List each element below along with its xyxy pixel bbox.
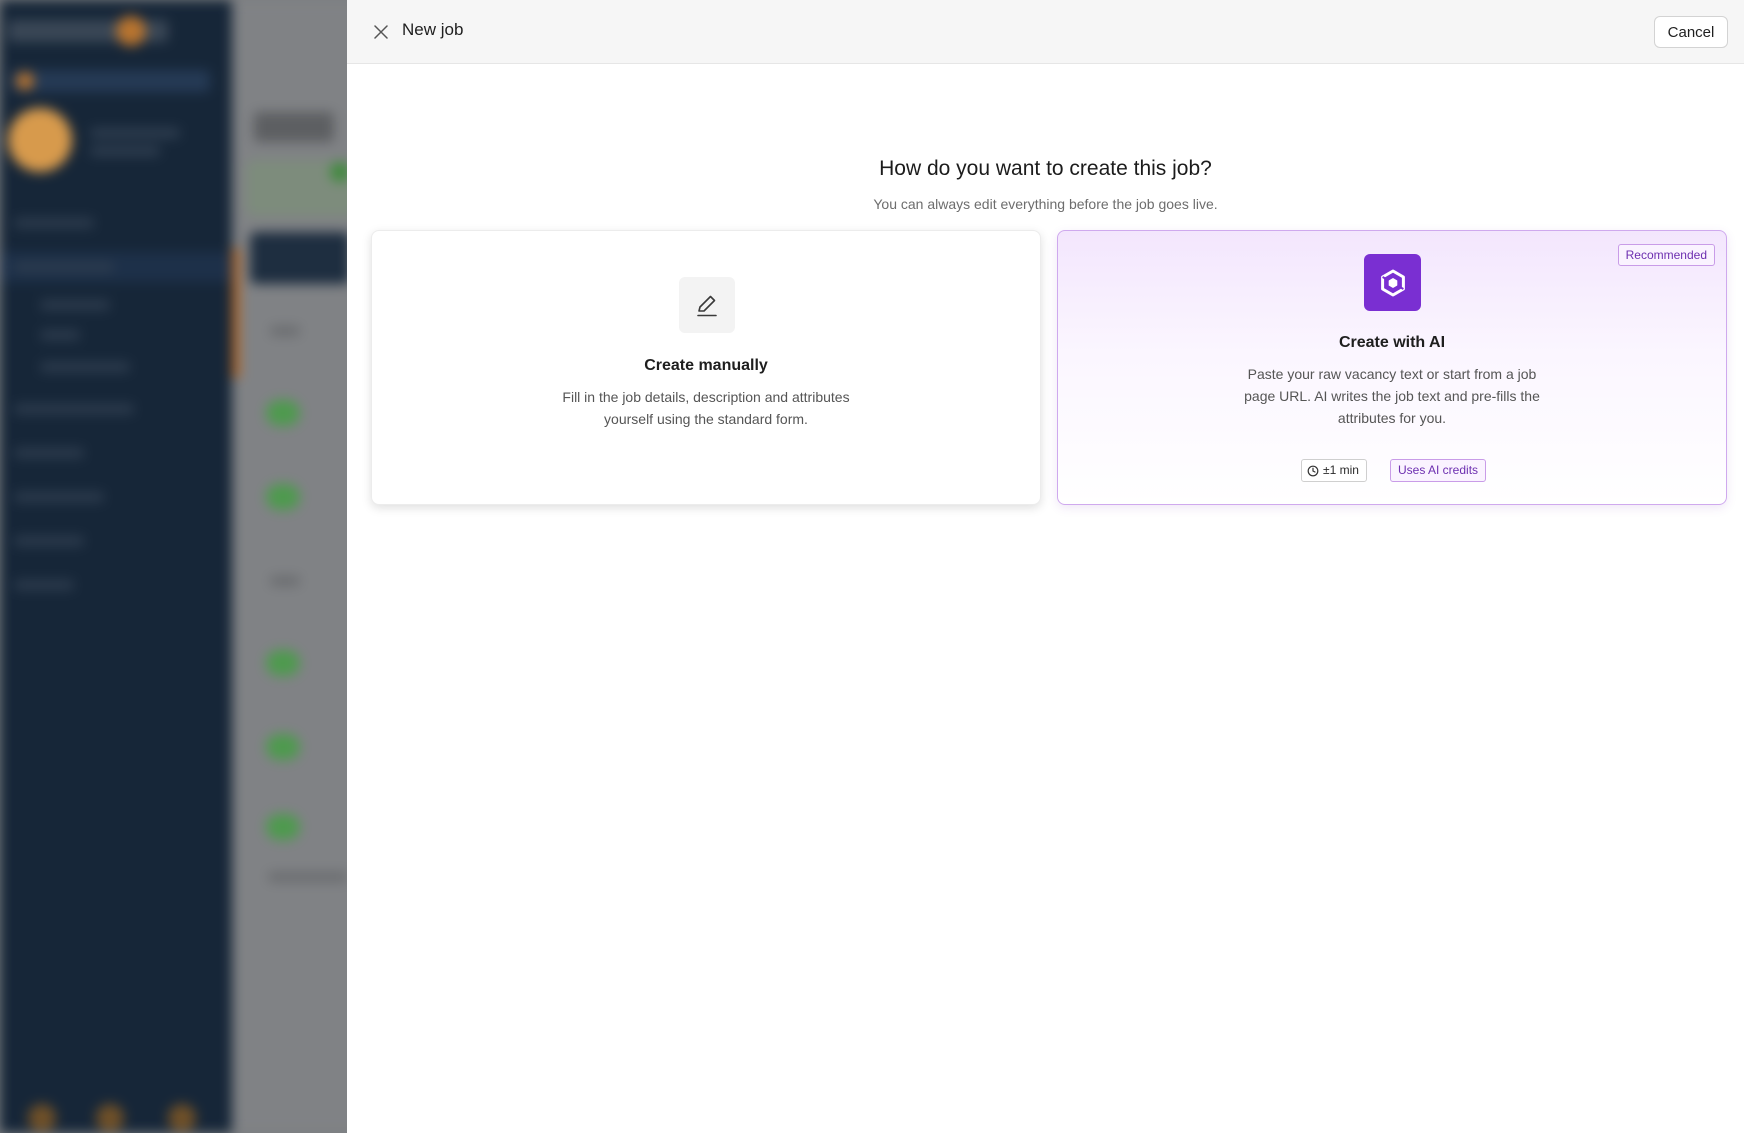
background-banner-icon [16,72,34,90]
close-button[interactable] [369,20,393,44]
manual-icon-tile [679,277,735,333]
time-estimate-chip: ±1 min [1301,459,1367,482]
background-row-text [270,326,300,336]
ai-logo-icon [1380,269,1405,296]
drawer-header: New job Cancel [347,0,1744,64]
background-nav-item [14,492,104,502]
background-banner [10,70,210,92]
background-nav-subitem [40,362,130,372]
background-footer-text [268,872,348,882]
create-with-ai-description: Paste your raw vacancy text or start fro… [1244,366,1540,426]
background-nav-item [14,536,84,546]
background-status-pill [266,734,300,760]
create-manually-title: Create manually [644,357,768,374]
background-user-role [90,146,160,156]
chooser-subheading: You can always edit everything before th… [873,196,1218,212]
create-manually-description: Fill in the job details, description and… [562,389,850,427]
background-status-pill [266,814,300,840]
background-nav-item [14,404,134,414]
background-nav-item [14,262,114,272]
close-icon [374,25,388,39]
drawer-title: New job [402,20,464,39]
background-footer-icon [168,1104,196,1132]
background-status-pill [266,484,300,510]
background-accent [232,248,240,378]
recommended-badge: Recommended [1617,244,1715,266]
background-nav-item [14,448,84,458]
background-status-pill [266,650,300,676]
create-manually-card[interactable]: Create manually Fill in the job details,… [371,230,1041,505]
chooser-heading: How do you want to create this job? [879,157,1212,180]
background-footer-icon [28,1104,56,1132]
background-sidebar [0,0,232,1133]
background-nav-subitem [40,300,110,310]
cancel-button[interactable]: Cancel [1654,16,1728,48]
create-with-ai-card[interactable]: Recommended Create with AI Paste your ra… [1057,230,1727,505]
clock-icon [1307,465,1319,476]
background-row-text [270,576,300,586]
background-nav-item [14,218,94,228]
background-tab [250,232,350,284]
pencil-icon [697,295,717,317]
background-status-pill [266,400,300,426]
background-user-name [90,128,180,138]
background-logo-mark [116,16,146,46]
background-nav-item [14,580,74,590]
background-page-title [254,112,334,142]
new-job-drawer: New job Cancel How do you want to create… [347,0,1744,1133]
ai-credits-chip: Uses AI credits [1390,459,1487,482]
time-estimate-label: ±1 min [1323,463,1359,477]
create-with-ai-title: Create with AI [1338,334,1446,351]
ai-icon-tile [1364,254,1421,311]
background-avatar [8,108,72,172]
background-nav-subitem [40,330,80,340]
background-footer-icon [96,1104,124,1132]
